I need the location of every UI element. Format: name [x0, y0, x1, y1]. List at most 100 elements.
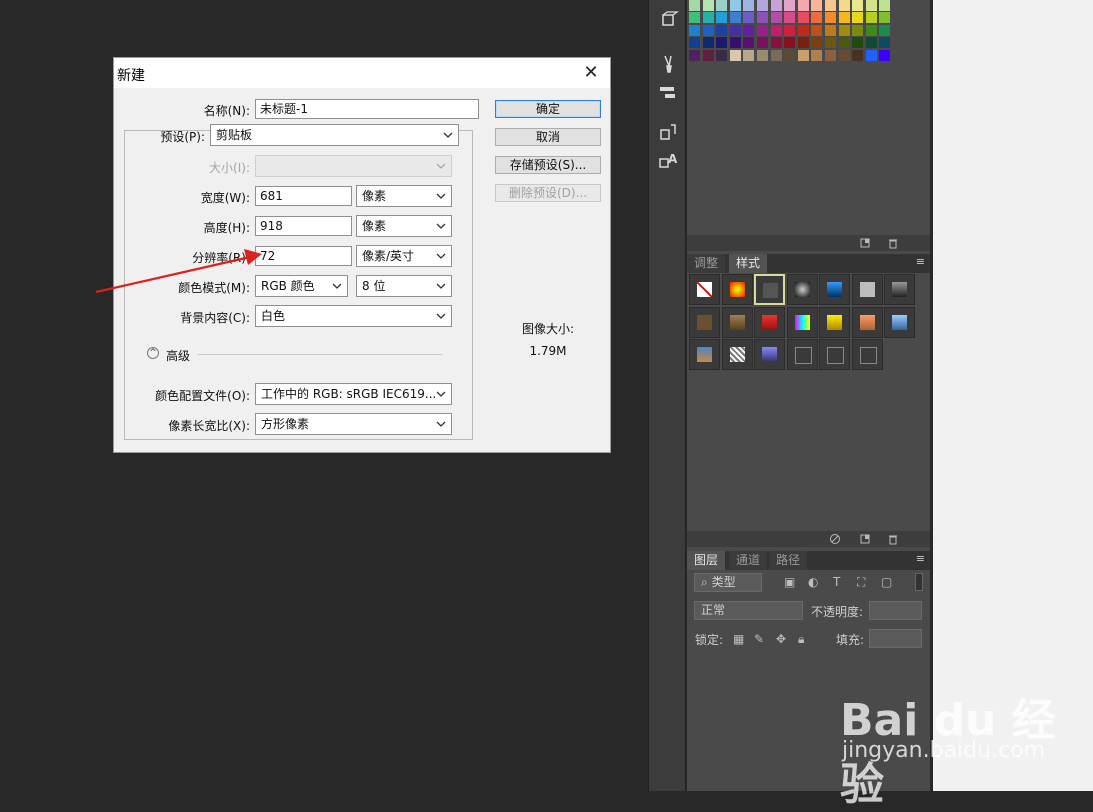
preset-select[interactable]: 剪贴板	[210, 124, 459, 146]
color-swatch[interactable]	[825, 24, 836, 36]
color-swatch[interactable]	[729, 0, 741, 11]
color-swatch[interactable]	[784, 24, 796, 36]
color-swatch[interactable]	[757, 37, 768, 49]
color-swatch[interactable]	[797, 37, 809, 49]
new-swatch-icon[interactable]	[859, 237, 871, 249]
color-swatch[interactable]	[729, 24, 741, 36]
color-swatch[interactable]	[743, 37, 755, 49]
color-swatch[interactable]	[770, 37, 782, 49]
style-preset[interactable]	[689, 306, 720, 338]
color-swatch[interactable]	[702, 24, 714, 36]
style-preset[interactable]	[786, 274, 818, 305]
panel-menu-icon[interactable]: ≡	[916, 552, 925, 565]
trash-icon[interactable]	[887, 237, 899, 249]
color-swatch[interactable]	[797, 24, 809, 36]
color-swatch[interactable]	[865, 24, 877, 36]
color-swatch[interactable]	[689, 24, 700, 36]
color-swatch[interactable]	[865, 49, 877, 61]
style-preset[interactable]	[721, 306, 753, 338]
color-swatch[interactable]	[689, 0, 700, 11]
style-preset[interactable]	[754, 339, 785, 370]
color-profile-select[interactable]: 工作中的 RGB: sRGB IEC619...	[255, 383, 452, 405]
color-swatch[interactable]	[743, 49, 755, 61]
background-select[interactable]: 白色	[255, 305, 452, 327]
panel-menu-icon[interactable]: ≡	[916, 255, 925, 268]
color-swatch[interactable]	[852, 24, 864, 36]
color-swatch[interactable]	[770, 12, 782, 24]
color-swatch[interactable]	[702, 37, 714, 49]
color-swatch[interactable]	[743, 12, 755, 24]
filter-toggle-switch[interactable]	[915, 573, 923, 591]
color-swatch[interactable]	[811, 49, 823, 61]
color-swatch[interactable]	[784, 37, 796, 49]
color-swatch[interactable]	[770, 0, 782, 11]
3d-cube-icon[interactable]	[657, 10, 679, 30]
color-swatch[interactable]	[825, 12, 836, 24]
color-swatch[interactable]	[865, 37, 877, 49]
tab-layers[interactable]: 图层	[687, 551, 726, 570]
paragraph-styles-icon[interactable]	[657, 122, 679, 142]
color-swatch[interactable]	[716, 12, 728, 24]
color-swatch[interactable]	[770, 24, 782, 36]
color-swatch[interactable]	[689, 49, 700, 61]
width-unit-select[interactable]: 像素	[356, 185, 452, 207]
ok-button[interactable]: 确定	[495, 100, 601, 118]
color-swatch[interactable]	[825, 37, 836, 49]
shape-filter-icon[interactable]: ⛶	[857, 575, 865, 590]
tab-paths[interactable]: 路径	[769, 551, 808, 570]
color-swatch[interactable]	[879, 49, 891, 61]
color-swatch[interactable]	[838, 24, 850, 36]
style-preset[interactable]	[819, 306, 850, 338]
clone-source-icon[interactable]	[657, 82, 679, 102]
pixel-aspect-select[interactable]: 方形像素	[255, 413, 452, 435]
color-swatch[interactable]	[784, 49, 796, 61]
color-swatch[interactable]	[879, 0, 891, 11]
color-swatch[interactable]	[729, 37, 741, 49]
layer-filter-select[interactable]: ⌕ 类型	[694, 573, 762, 592]
color-swatch[interactable]	[838, 49, 850, 61]
smart-object-filter-icon[interactable]: ▢	[881, 575, 892, 589]
color-swatch[interactable]	[729, 49, 741, 61]
color-swatch[interactable]	[743, 0, 755, 11]
color-swatch[interactable]	[879, 24, 891, 36]
style-preset[interactable]	[819, 274, 850, 305]
color-swatch[interactable]	[784, 0, 796, 11]
color-swatch[interactable]	[865, 12, 877, 24]
color-swatch[interactable]	[865, 0, 877, 11]
fill-input[interactable]	[869, 629, 922, 648]
trash-icon[interactable]	[887, 533, 899, 545]
color-swatch[interactable]	[852, 0, 864, 11]
brush-icon[interactable]	[657, 54, 679, 74]
lock-pixels-icon[interactable]: ✎	[754, 632, 764, 646]
opacity-input[interactable]	[869, 601, 922, 620]
color-swatch[interactable]	[811, 12, 823, 24]
color-swatch[interactable]	[797, 0, 809, 11]
color-swatch[interactable]	[811, 24, 823, 36]
character-styles-icon[interactable]: A	[657, 150, 679, 170]
style-preset[interactable]	[851, 274, 883, 305]
style-preset[interactable]	[851, 339, 883, 370]
height-input[interactable]: 918	[255, 216, 352, 236]
cancel-button[interactable]: 取消	[495, 128, 601, 146]
color-swatch[interactable]	[743, 24, 755, 36]
name-input[interactable]: 未标题-1	[255, 99, 479, 119]
new-style-icon[interactable]	[859, 533, 871, 545]
color-swatch[interactable]	[770, 49, 782, 61]
color-swatch[interactable]	[716, 37, 728, 49]
color-swatch[interactable]	[716, 24, 728, 36]
adjustment-filter-icon[interactable]: ◐	[808, 575, 818, 589]
clear-style-icon[interactable]	[829, 533, 841, 545]
color-swatch[interactable]	[838, 0, 850, 11]
style-preset[interactable]	[851, 306, 883, 338]
bit-depth-select[interactable]: 8 位	[356, 275, 452, 297]
color-swatch[interactable]	[811, 37, 823, 49]
color-swatch[interactable]	[757, 12, 768, 24]
color-swatch[interactable]	[702, 12, 714, 24]
style-preset[interactable]	[884, 306, 915, 338]
color-swatch[interactable]	[838, 12, 850, 24]
lock-all-icon[interactable]: 🔒︎	[798, 632, 804, 647]
style-preset[interactable]	[721, 274, 753, 305]
style-preset[interactable]	[721, 339, 753, 370]
color-swatch[interactable]	[716, 49, 728, 61]
color-swatch[interactable]	[757, 24, 768, 36]
